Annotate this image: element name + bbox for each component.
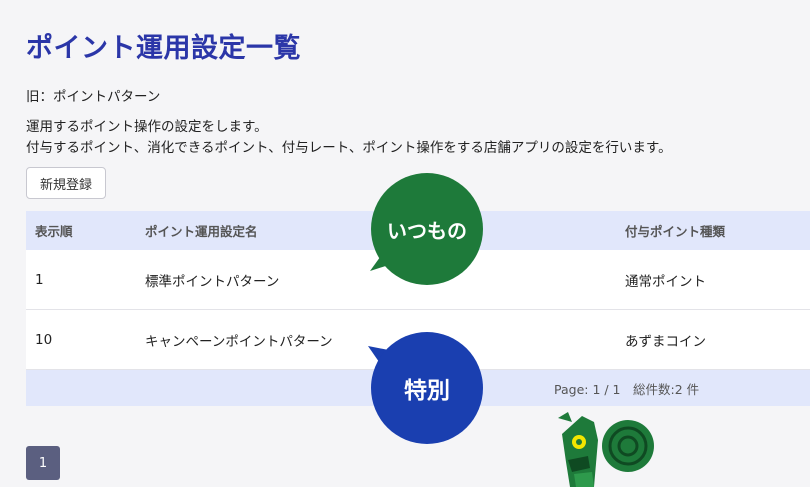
callout-green-usual: いつもの xyxy=(371,173,483,285)
page-title: ポイント運用設定一覧 xyxy=(26,33,301,64)
squirrel-mascot-icon xyxy=(558,412,654,487)
page-subtitle: 旧：ポイントパターン xyxy=(26,89,161,105)
cell-order: 1 xyxy=(35,271,44,288)
page-description: 運用するポイント操作の設定をします。 付与するポイント、消化できるポイント、付与… xyxy=(26,117,672,159)
callout-blue-special: 特別 xyxy=(371,332,483,444)
page: ポイント運用設定一覧 旧：ポイントパターン 運用するポイント操作の設定をします。… xyxy=(0,0,810,487)
header-order[interactable]: 表示順 xyxy=(26,211,145,250)
cell-point-type: あずまコイン xyxy=(625,333,706,350)
description-line-1: 運用するポイント操作の設定をします。 xyxy=(26,119,268,135)
cell-point-type: 通常ポイント xyxy=(625,273,706,290)
description-line-2: 付与するポイント、消化できるポイント、付与レート、ポイント操作をする店舗アプリの… xyxy=(26,140,672,156)
pagination-page-1[interactable]: 1 xyxy=(26,446,60,480)
page-count-text: Page: 1 / 1 総件数:2 件 xyxy=(554,381,700,397)
new-register-button[interactable]: 新規登録 xyxy=(26,167,106,199)
cell-order: 10 xyxy=(35,331,53,348)
header-point-type[interactable]: 付与ポイント種類 xyxy=(625,211,810,250)
